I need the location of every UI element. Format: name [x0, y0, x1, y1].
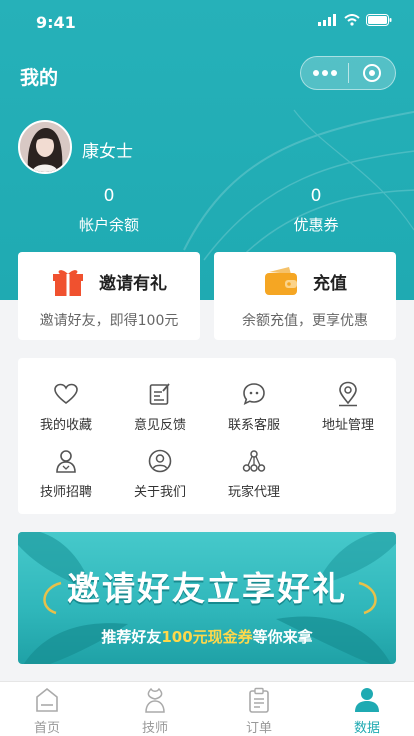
- tab-label: 技师: [141, 721, 168, 736]
- tab-home[interactable]: 首页: [12, 686, 82, 736]
- bottom-tab-bar: 首页 技师 订单 数据: [0, 681, 414, 736]
- status-time: 9:41: [36, 13, 76, 32]
- coupon-stat[interactable]: 0 优惠券: [246, 186, 386, 235]
- invite-card[interactable]: 邀请有礼 邀请好友，即得100元: [18, 252, 200, 340]
- mini-program-capsule[interactable]: [300, 56, 396, 90]
- tab-label: 数据: [353, 721, 380, 736]
- network-icon: [206, 447, 302, 475]
- menu-item-feedback[interactable]: 意见反馈: [112, 380, 208, 433]
- signal-icon: [318, 14, 336, 26]
- more-icon[interactable]: [301, 70, 348, 76]
- coupon-label: 优惠券: [293, 216, 339, 234]
- account-balance-stat[interactable]: 0 帐户余额: [39, 186, 179, 235]
- menu-item-label: 技师招聘: [39, 485, 92, 500]
- user-circle-icon: [112, 447, 208, 475]
- invite-card-subtitle: 邀请好友，即得100元: [39, 313, 179, 329]
- heart-icon: [18, 380, 114, 408]
- service-menu-panel: 我的收藏 意见反馈 联系客服 地址管理 技师招聘 关于我们 玩家代理: [18, 358, 396, 514]
- banner-sub-highlight: 100元现金券: [161, 628, 253, 646]
- menu-item-agent[interactable]: 玩家代理: [206, 447, 302, 500]
- menu-item-favorites[interactable]: 我的收藏: [18, 380, 114, 433]
- invite-promo-banner[interactable]: 邀请好友立享好礼 推荐好友100元现金券等你来拿: [18, 532, 396, 664]
- recharge-card-subtitle: 余额充值，更享优惠: [242, 313, 368, 329]
- tab-orders[interactable]: 订单: [224, 686, 294, 736]
- status-bar: 9:41: [0, 0, 414, 44]
- tab-data[interactable]: 数据: [332, 686, 402, 736]
- menu-item-label: 地址管理: [321, 418, 374, 433]
- home-icon: [12, 686, 82, 714]
- edit-note-icon: [112, 380, 208, 408]
- wallet-icon: [265, 267, 297, 295]
- menu-item-label: 玩家代理: [227, 485, 280, 500]
- menu-item-label: 我的收藏: [39, 418, 92, 433]
- menu-item-customer-service[interactable]: 联系客服: [206, 380, 302, 433]
- banner-sub-suffix: 等你来拿: [252, 628, 313, 646]
- decorative-swirl: [183, 109, 414, 266]
- menu-item-address[interactable]: 地址管理: [300, 380, 396, 433]
- user-name: 康女士: [82, 142, 133, 162]
- chat-bubble-icon: [206, 380, 302, 408]
- avatar[interactable]: [18, 120, 72, 174]
- menu-item-label: 联系客服: [227, 418, 280, 433]
- location-pin-icon: [300, 380, 396, 408]
- account-balance-value: 0: [103, 186, 115, 206]
- menu-item-label: 关于我们: [133, 485, 186, 500]
- close-target-icon[interactable]: [349, 63, 395, 83]
- wifi-icon: [344, 14, 360, 26]
- menu-item-about-us[interactable]: 关于我们: [112, 447, 208, 500]
- banner-subline: 推荐好友100元现金券等你来拿: [18, 626, 396, 647]
- clipboard-icon: [224, 686, 294, 714]
- tab-label: 订单: [245, 721, 272, 736]
- banner-headline: 邀请好友立享好礼: [67, 569, 347, 608]
- banner-sub-prefix: 推荐好友: [101, 628, 162, 646]
- menu-item-technician-recruit[interactable]: 技师招聘: [18, 447, 114, 500]
- technician-icon: [120, 686, 190, 714]
- technician-icon: [18, 447, 114, 475]
- person-icon: [332, 686, 402, 714]
- status-icons: [318, 14, 392, 26]
- recharge-card-title: 充值: [313, 273, 347, 294]
- tab-technician[interactable]: 技师: [120, 686, 190, 736]
- tab-label: 首页: [33, 721, 60, 736]
- gift-icon: [53, 270, 83, 296]
- battery-icon: [366, 14, 392, 26]
- coupon-value: 0: [310, 186, 322, 206]
- invite-card-title: 邀请有礼: [99, 273, 167, 294]
- account-balance-label: 帐户余额: [78, 216, 139, 234]
- menu-item-label: 意见反馈: [133, 418, 186, 433]
- recharge-card[interactable]: 充值 余额充值，更享优惠: [214, 252, 396, 340]
- page-title: 我的: [20, 67, 59, 89]
